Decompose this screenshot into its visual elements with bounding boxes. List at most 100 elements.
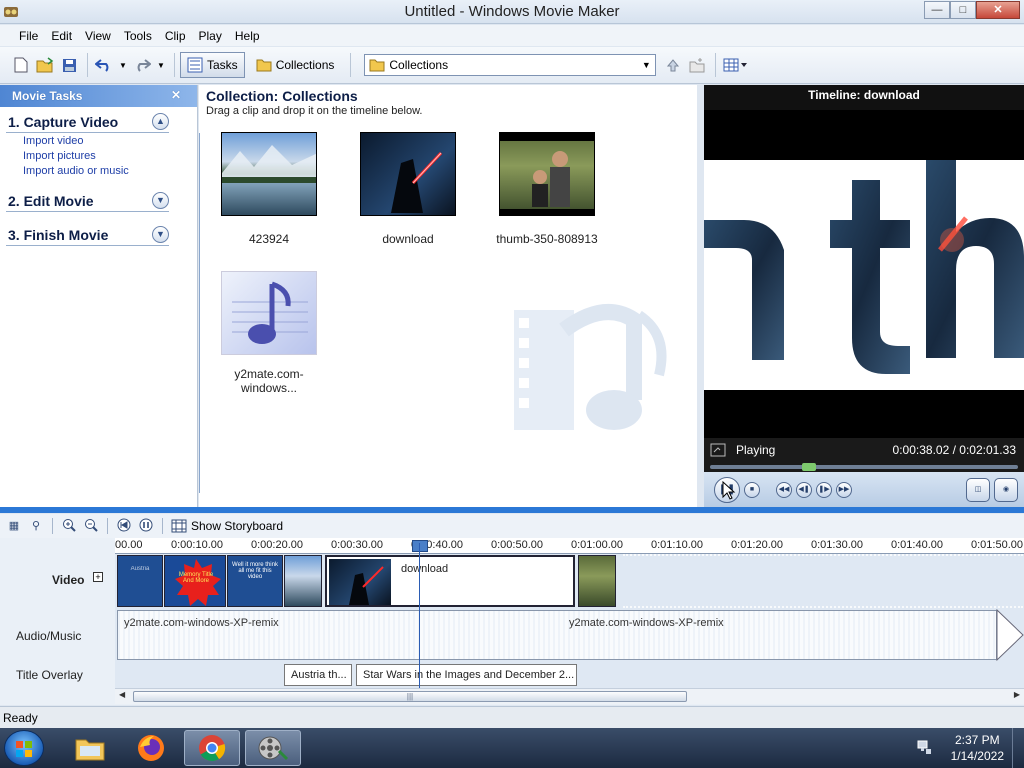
task-link-import-audio-music[interactable]: Import audio or music [6, 163, 169, 178]
task-section-header[interactable]: 1. Capture Video ▲ [6, 107, 169, 133]
redo-icon[interactable] [131, 54, 153, 76]
save-project-icon[interactable] [58, 54, 80, 76]
set-audio-levels-icon[interactable]: ▦ [6, 518, 22, 534]
taskbar-file-explorer[interactable] [62, 730, 118, 766]
playhead-line[interactable] [419, 543, 420, 688]
menu-play[interactable]: Play [194, 27, 227, 45]
collections-button[interactable]: Collections [249, 52, 342, 78]
seek-bar[interactable] [704, 462, 1024, 472]
scroll-left-arrow-icon[interactable]: ◀ [119, 690, 125, 699]
up-one-level-icon[interactable] [662, 54, 684, 76]
audio-clip[interactable]: y2mate.com-windows-XP-remix y2mate.com-w… [117, 610, 997, 660]
menu-bar: File Edit View Tools Clip Play Help [0, 25, 1024, 46]
taskbar-clock[interactable]: 2:37 PM 1/14/2022 [951, 732, 1004, 764]
scrollbar-thumb[interactable]: ||| [133, 691, 687, 702]
maximize-button[interactable]: □ [950, 1, 976, 19]
title-overlay-track-label: Title Overlay [16, 668, 83, 682]
zoom-in-icon[interactable] [61, 518, 77, 534]
take-picture-button[interactable]: ◉ [994, 477, 1018, 502]
menu-view[interactable]: View [80, 27, 116, 45]
chevron-down-icon[interactable]: ▼ [152, 192, 169, 209]
collection-title: Collection: Collections [206, 88, 358, 104]
folder-icon [75, 739, 105, 761]
previous-frame-button[interactable]: ◀◀ [776, 481, 792, 498]
show-storyboard-button[interactable]: Show Storyboard [171, 519, 283, 533]
task-link-import-pictures[interactable]: Import pictures [6, 148, 169, 163]
seek-track[interactable] [710, 465, 1018, 469]
playhead-handle[interactable] [412, 540, 428, 552]
start-button[interactable] [4, 730, 44, 766]
audio-track-label: Audio/Music [16, 629, 82, 643]
title-overlay-track[interactable]: Austria th... Star Wars in the Images an… [115, 662, 1024, 688]
scroll-right-arrow-icon[interactable]: ▶ [1014, 690, 1020, 699]
toolbar-separator [715, 53, 717, 77]
show-desktop-button[interactable] [1012, 728, 1024, 768]
collection-clip[interactable]: download [352, 132, 464, 246]
expand-video-track-icon[interactable]: + [93, 572, 103, 582]
video-clip-selected[interactable]: download [325, 555, 575, 607]
chevron-down-icon[interactable]: ▼ [152, 226, 169, 243]
narrate-timeline-icon[interactable]: ⚲ [28, 518, 44, 534]
taskbar-chrome[interactable] [184, 730, 240, 766]
taskbar-firefox[interactable] [123, 730, 179, 766]
menu-file[interactable]: File [14, 27, 43, 45]
ruler-tick-label: 0:00:10.00 [171, 539, 223, 551]
video-clip[interactable]: Austria [117, 555, 163, 607]
new-project-icon[interactable] [10, 54, 32, 76]
transition-marker [623, 554, 1023, 608]
chevron-down-icon[interactable]: ▼ [639, 57, 653, 73]
preview-window-icon[interactable] [710, 443, 726, 457]
pause-timeline-icon[interactable] [138, 518, 154, 534]
ruler-tick-label: 0:01:40.00 [891, 539, 943, 551]
collection-clip[interactable]: 423924 [213, 132, 325, 246]
rewind-timeline-icon[interactable] [116, 518, 132, 534]
open-project-icon[interactable] [34, 54, 56, 76]
video-track[interactable]: Austria Memory Title And More Well it mo… [115, 554, 1024, 608]
title-clip[interactable]: Austria th... [284, 664, 352, 686]
zoom-out-icon[interactable] [83, 518, 99, 534]
menu-help[interactable]: Help [230, 27, 265, 45]
menu-clip[interactable]: Clip [160, 27, 191, 45]
video-clip[interactable] [284, 555, 322, 607]
collection-select-value: Collections [389, 58, 449, 72]
new-collection-folder-icon[interactable] [686, 54, 708, 76]
seek-handle[interactable] [802, 463, 817, 471]
task-section-title: 3. Finish Movie [8, 226, 109, 243]
rewind-button[interactable]: ◀❚ [796, 481, 812, 498]
collection-clip[interactable]: y2mate.com-windows... [213, 271, 325, 395]
close-tasks-pane-button[interactable]: ✕ [171, 88, 181, 102]
audio-music-track[interactable]: y2mate.com-windows-XP-remix y2mate.com-w… [115, 608, 1024, 662]
task-section-header[interactable]: 2. Edit Movie ▼ [6, 186, 169, 212]
playback-status: Playing [736, 443, 776, 457]
menu-tools[interactable]: Tools [119, 27, 157, 45]
redo-dropdown-icon[interactable]: ▼ [155, 54, 167, 76]
task-link-import-video[interactable]: Import video [6, 133, 169, 148]
preview-title: Timeline: download [808, 88, 920, 102]
collection-select[interactable]: Collections ▼ [364, 54, 657, 76]
forward-button[interactable]: ❚▶ [816, 481, 832, 498]
next-frame-button[interactable]: ▶▶ [836, 481, 852, 498]
network-tray-icon[interactable] [916, 739, 932, 755]
task-section-header[interactable]: 3. Finish Movie ▼ [6, 220, 169, 246]
preview-screen[interactable] [704, 110, 1024, 438]
undo-icon[interactable] [93, 54, 115, 76]
title-clip[interactable]: Star Wars in the Images and December 2..… [356, 664, 577, 686]
video-clip[interactable] [578, 555, 616, 607]
stop-button[interactable]: ■ [744, 481, 760, 498]
chevron-up-icon[interactable]: ▲ [152, 113, 169, 130]
pane-splitter[interactable] [0, 507, 1024, 513]
split-clip-button[interactable]: ◫ [966, 477, 990, 502]
time-ruler[interactable]: 00.00 0:00:10.00 0:00:20.00 0:00:30.00 0… [115, 538, 1024, 554]
tasks-button[interactable]: Tasks [180, 52, 245, 78]
taskbar-movie-maker[interactable] [245, 730, 301, 766]
close-button[interactable]: ✕ [976, 1, 1020, 19]
timeline-horizontal-scrollbar[interactable]: ◀ ||| ▶ [115, 688, 1024, 704]
video-clip[interactable]: Memory Title And More [164, 555, 226, 607]
video-clip[interactable]: Well it more think all me fit this video [227, 555, 283, 607]
minimize-button[interactable]: — [924, 1, 950, 19]
views-icon[interactable] [721, 54, 751, 76]
menu-edit[interactable]: Edit [46, 27, 77, 45]
undo-dropdown-icon[interactable]: ▼ [117, 54, 129, 76]
firefox-icon [138, 735, 164, 761]
collection-clip[interactable]: thumb-350-808913 [491, 132, 603, 246]
